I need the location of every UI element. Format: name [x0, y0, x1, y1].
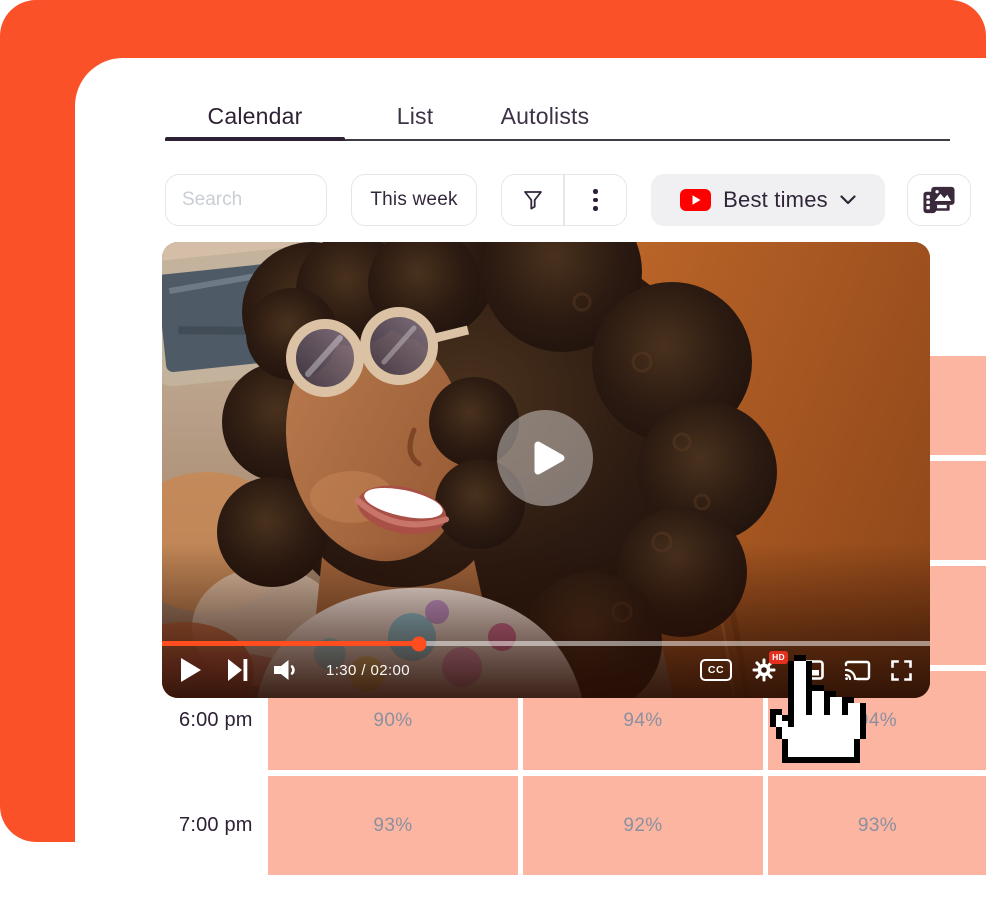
- play-icon: [521, 434, 569, 482]
- youtube-icon: [680, 189, 711, 211]
- date-range-button[interactable]: This week: [351, 174, 477, 226]
- best-times-dropdown[interactable]: Best times: [651, 174, 885, 226]
- more-options-button[interactable]: [565, 175, 626, 225]
- progress-bar[interactable]: [162, 641, 930, 646]
- media-library-button[interactable]: [907, 174, 971, 226]
- kebab-menu-icon: [593, 189, 598, 211]
- tab-autolists[interactable]: Autolists: [485, 103, 605, 130]
- media-library-icon: [920, 184, 958, 217]
- filter-menu-group: [501, 174, 627, 226]
- play-button[interactable]: [497, 410, 593, 506]
- filter-button[interactable]: [502, 175, 563, 225]
- time-slot[interactable]: 93%: [768, 776, 986, 875]
- play-control-icon[interactable]: [180, 657, 202, 683]
- funnel-icon: [521, 188, 545, 212]
- video-player[interactable]: 1:30 / 02:00 CC: [162, 242, 930, 698]
- active-tab-indicator: [165, 137, 345, 141]
- hd-badge: HD: [769, 651, 788, 664]
- tab-list[interactable]: List: [370, 103, 460, 130]
- search-input[interactable]: [165, 174, 327, 226]
- toolbar: This week Best times: [165, 174, 971, 226]
- player-controls: 1:30 / 02:00 CC: [162, 650, 930, 690]
- pip-icon[interactable]: [796, 660, 824, 680]
- progress-thumb[interactable]: [412, 636, 427, 651]
- volume-icon[interactable]: [274, 659, 298, 681]
- time-slot[interactable]: 92%: [523, 776, 763, 875]
- tab-bar: Calendar List Autolists: [165, 100, 605, 130]
- cast-icon[interactable]: [844, 660, 871, 681]
- next-icon[interactable]: [228, 659, 248, 681]
- time-label: 7:00 pm: [162, 776, 263, 875]
- chevron-down-icon: [840, 195, 856, 205]
- fullscreen-icon[interactable]: [891, 660, 912, 681]
- settings-button[interactable]: HD: [752, 658, 776, 682]
- progress-fill: [162, 641, 419, 646]
- time-display: 1:30 / 02:00: [326, 662, 410, 679]
- tab-calendar[interactable]: Calendar: [165, 103, 345, 130]
- best-times-label: Best times: [723, 187, 828, 213]
- cc-icon[interactable]: CC: [700, 659, 732, 681]
- time-slot[interactable]: 93%: [268, 776, 518, 875]
